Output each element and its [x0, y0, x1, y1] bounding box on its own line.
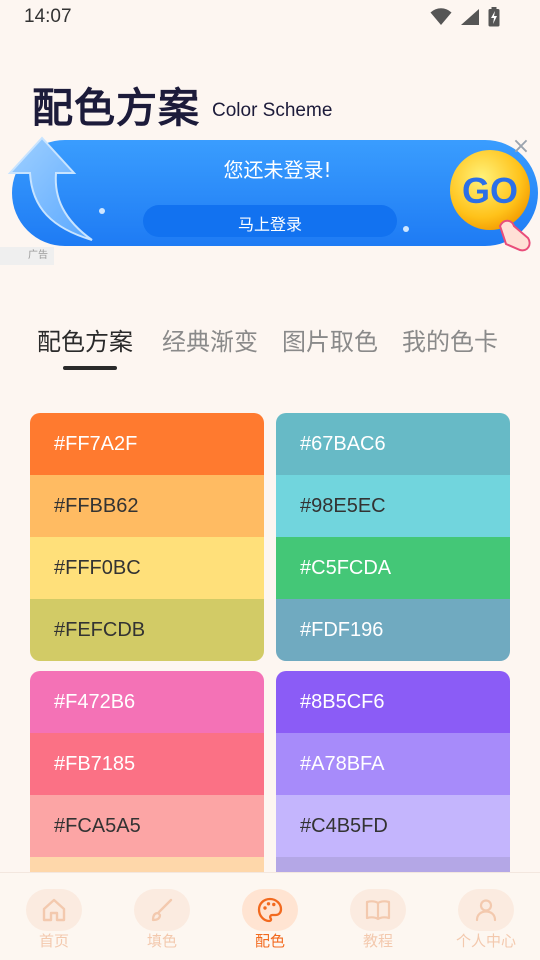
ad-decoration-dot: [403, 226, 409, 232]
arrow-up-icon: [7, 136, 93, 241]
color-swatch[interactable]: #A78BFA: [276, 733, 510, 795]
color-swatch[interactable]: #C5FCDA: [276, 537, 510, 599]
nav-label: 首页: [38, 932, 69, 950]
color-swatch[interactable]: #FFF0BC: [30, 537, 264, 599]
color-swatch[interactable]: #FF7A2F: [30, 413, 264, 475]
color-swatch[interactable]: #98E5EC: [276, 475, 510, 537]
nav-tutorial[interactable]: 教程: [324, 873, 432, 960]
palette-card[interactable]: #67BAC6 #98E5EC #C5FCDA #FDF196: [276, 413, 510, 661]
brush-icon: [151, 898, 173, 922]
color-swatch[interactable]: [276, 857, 510, 872]
page-title: 配色方案: [32, 84, 200, 132]
nav-label: 填色: [146, 932, 177, 950]
color-swatch[interactable]: #FDF196: [276, 599, 510, 661]
color-swatch[interactable]: #8B5CF6: [276, 671, 510, 733]
signal-icon: [461, 9, 479, 25]
palette-card[interactable]: #FF7A2F #FFBB62 #FFF0BC #FEFCDB: [30, 413, 264, 661]
nav-home[interactable]: 首页: [0, 873, 108, 960]
go-badge-text: GO: [462, 170, 518, 211]
user-icon: [475, 899, 497, 922]
color-swatch[interactable]: [30, 857, 264, 872]
nav-profile[interactable]: 个人中心: [432, 873, 540, 960]
ad-tag: 广告: [0, 247, 54, 265]
tab-active-indicator: [63, 366, 117, 370]
color-swatch[interactable]: #FCA5A5: [30, 795, 264, 857]
palette-card[interactable]: #8B5CF6 #A78BFA #C4B5FD: [276, 671, 510, 872]
tab-image-color-pick[interactable]: 图片取色: [282, 322, 378, 357]
nav-label: 配色: [254, 932, 285, 950]
status-time: 14:07: [24, 6, 72, 27]
color-swatch[interactable]: #F472B6: [30, 671, 264, 733]
nav-icon-bg: [134, 889, 190, 931]
color-swatch[interactable]: #C4B5FD: [276, 795, 510, 857]
palette-card[interactable]: #F472B6 #FB7185 #FCA5A5: [30, 671, 264, 872]
home-icon: [42, 898, 66, 922]
nav-label: 个人中心: [455, 932, 516, 950]
bottom-nav: 首页 填色 配色 教程 个人中心: [0, 872, 540, 960]
ad-banner[interactable]: 您还未登录! 马上登录 GO ×: [7, 136, 540, 252]
tab-classic-gradient[interactable]: 经典渐变: [162, 322, 258, 357]
page-subtitle: Color Scheme: [212, 100, 333, 121]
login-now-button[interactable]: 马上登录: [143, 205, 397, 237]
tab-bar: 配色方案 经典渐变 图片取色 我的色卡: [0, 318, 540, 378]
color-swatch[interactable]: #67BAC6: [276, 413, 510, 475]
nav-icon-bg: [242, 889, 298, 931]
color-swatch[interactable]: #FFBB62: [30, 475, 264, 537]
nav-color-scheme[interactable]: 配色: [216, 873, 324, 960]
nav-label: 教程: [362, 932, 393, 950]
ad-close-icon[interactable]: ×: [510, 136, 532, 159]
nav-icon-bg: [350, 889, 406, 931]
book-icon: [365, 900, 391, 921]
nav-icon-bg: [26, 889, 82, 931]
go-badge-icon: GO: [450, 150, 531, 252]
status-icons: [430, 7, 500, 27]
color-swatch[interactable]: #FB7185: [30, 733, 264, 795]
tab-color-scheme[interactable]: 配色方案: [37, 322, 133, 357]
nav-icon-bg: [458, 889, 514, 931]
palette-icon: [257, 897, 283, 923]
palette-grid: #FF7A2F #FFBB62 #FFF0BC #FEFCDB #67BAC6 #98E…: [0, 412, 540, 872]
color-swatch[interactable]: #FEFCDB: [30, 599, 264, 661]
battery-charging-icon: [488, 7, 500, 27]
status-bar: 14:07: [0, 0, 540, 34]
nav-fill-color[interactable]: 填色: [108, 873, 216, 960]
wifi-icon: [430, 8, 452, 25]
tab-my-color-cards[interactable]: 我的色卡: [402, 322, 498, 357]
